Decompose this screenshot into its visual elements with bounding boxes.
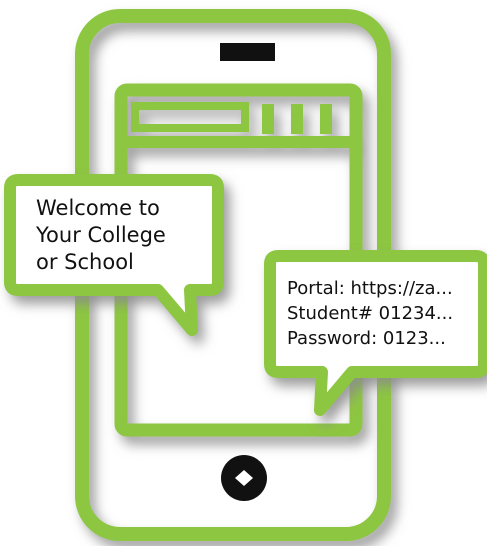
home-button-icon <box>221 455 267 501</box>
speaker-slot-icon <box>220 43 275 61</box>
welcome-line-2: Your College <box>36 223 166 247</box>
phone-illustration: Welcome to Your College or School Portal… <box>0 0 487 546</box>
welcome-line-1: Welcome to <box>36 196 160 220</box>
student-number-line: Student# 01234... <box>287 303 454 324</box>
welcome-message: Welcome to Your College or School <box>36 195 196 276</box>
welcome-line-3: or School <box>36 250 134 274</box>
password-line: Password: 0123... <box>287 328 446 349</box>
portal-line: Portal: https://za... <box>287 278 453 299</box>
credentials-message: Portal: https://za... Student# 01234... … <box>287 276 477 351</box>
